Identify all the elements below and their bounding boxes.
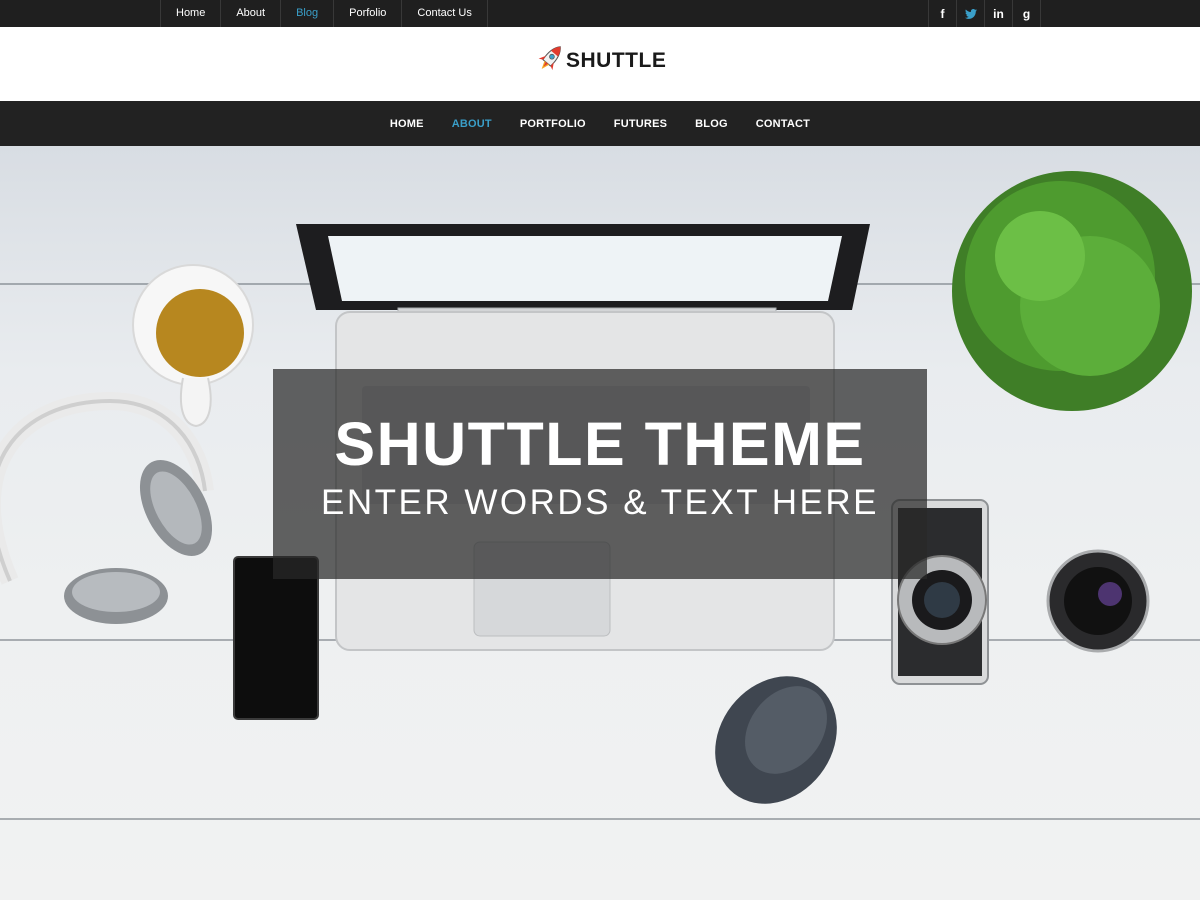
top-links: Home About Blog Porfolio Contact Us	[160, 0, 488, 27]
top-link-contact-us[interactable]: Contact Us	[402, 0, 488, 27]
google-icon[interactable]: g	[1013, 0, 1041, 27]
top-link-blog[interactable]: Blog	[281, 0, 335, 27]
site-logo[interactable]: SHUTTLE	[536, 43, 666, 79]
nav-item-home[interactable]: HOME	[390, 118, 424, 130]
headphones-image	[0, 391, 214, 624]
top-link-about[interactable]: About	[221, 0, 282, 27]
smartphone-image	[233, 556, 319, 720]
plant-image	[952, 171, 1192, 411]
site-header: SHUTTLE	[0, 27, 1200, 101]
facebook-icon[interactable]: f	[929, 0, 957, 27]
top-link-portfolio[interactable]: Porfolio	[334, 0, 403, 27]
nav-item-blog[interactable]: BLOG	[695, 118, 728, 130]
camera-lens-image	[1046, 549, 1150, 653]
nav-item-about[interactable]: ABOUT	[452, 118, 492, 130]
top-link-home[interactable]: Home	[161, 0, 222, 27]
nav-item-contact[interactable]: CONTACT	[756, 118, 810, 130]
main-nav: HOME ABOUT PORTFOLIO FUTURES BLOG CONTAC…	[0, 101, 1200, 146]
nav-item-portfolio[interactable]: PORTFOLIO	[520, 118, 586, 130]
top-bar: Home About Blog Porfolio Contact Us f in…	[0, 0, 1200, 27]
hero-caption-box: SHUTTLE THEME ENTER WORDS & TEXT HERE	[273, 369, 927, 579]
mouse-image	[715, 676, 837, 804]
hero-subtitle: ENTER WORDS & TEXT HERE	[321, 483, 879, 522]
hero-banner: SHUTTLE THEME ENTER WORDS & TEXT HERE	[0, 146, 1200, 900]
twitter-icon[interactable]	[957, 0, 985, 27]
linkedin-icon[interactable]: in	[985, 0, 1013, 27]
nav-item-futures[interactable]: FUTURES	[614, 118, 667, 130]
social-links: f in g	[928, 0, 1041, 27]
hero-title: SHUTTLE THEME	[334, 410, 866, 478]
rocket-icon	[536, 41, 564, 82]
logo-text: SHUTTLE	[566, 49, 667, 72]
